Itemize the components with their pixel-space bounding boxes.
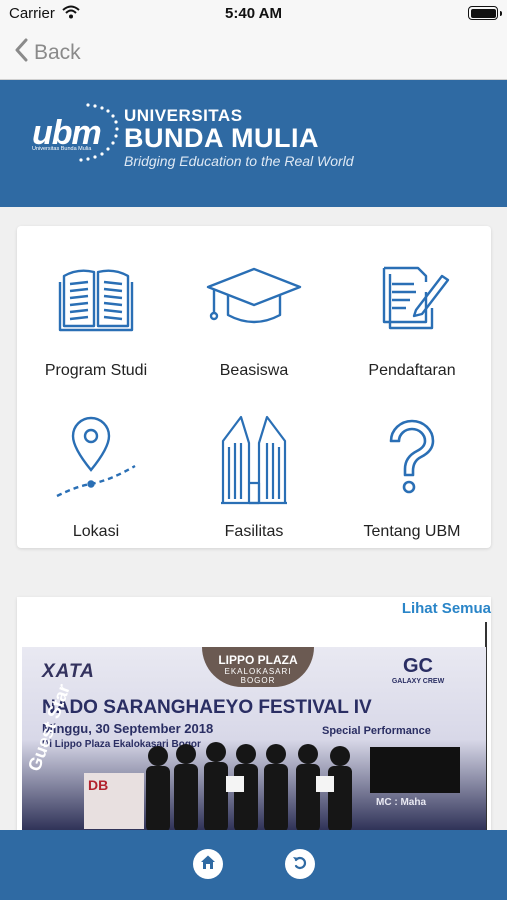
banner-special-text: Special Performance xyxy=(322,725,431,737)
banner-screen xyxy=(370,747,460,793)
banner-mc-text: MC : Maha xyxy=(376,797,426,808)
group-photo-people xyxy=(146,742,352,832)
battery-icon xyxy=(468,6,502,20)
graduation-cap-icon xyxy=(175,254,333,342)
status-bar: Carrier 5:40 AM xyxy=(0,0,507,28)
bottom-bar xyxy=(0,830,507,900)
question-mark-icon xyxy=(333,415,491,503)
university-tagline: Bridging Education to the Real World xyxy=(124,153,354,169)
banner-lippo-text: LIPPO PLAZA xyxy=(218,653,298,667)
map-pin-route-icon xyxy=(17,415,175,503)
banner-lippo-sub: EKALOKASARI xyxy=(224,667,292,676)
logo-subtitle: Universitas Bunda Mulia xyxy=(32,146,92,152)
menu-item-tentang-ubm[interactable]: Tentang UBM xyxy=(333,387,491,548)
menu-label: Lokasi xyxy=(72,523,120,540)
menu-label: Tentang UBM xyxy=(363,523,461,540)
banner-xata-text: XATA xyxy=(42,661,95,682)
navigation-bar: Back xyxy=(0,28,507,80)
back-button[interactable]: Back xyxy=(14,38,81,67)
chevron-left-icon xyxy=(14,38,28,67)
banner-db-text: DB xyxy=(84,773,144,829)
back-button-label: Back xyxy=(34,40,81,64)
banner-gc-text: GC xyxy=(403,655,433,677)
news-photo[interactable]: XATA LIPPO PLAZA EKALOKASARI BOGOR NADO … xyxy=(22,647,486,832)
banner-lippo-logo: LIPPO PLAZA EKALOKASARI BOGOR xyxy=(202,647,314,687)
university-title-line2: BUNDA MULIA xyxy=(124,123,319,153)
menu-label: Fasilitas xyxy=(224,523,284,540)
menu-label: Program Studi xyxy=(44,362,148,379)
home-button[interactable] xyxy=(193,849,223,879)
banner-lippo-city: BOGOR xyxy=(240,676,276,685)
menu-item-program-studi[interactable]: Program Studi xyxy=(17,226,175,387)
menu-item-beasiswa[interactable]: Beasiswa xyxy=(175,226,333,387)
banner-festival-title: NADO SARANGHAEYO FESTIVAL IV xyxy=(42,697,372,718)
undo-arrow-icon xyxy=(292,854,308,875)
undo-button[interactable] xyxy=(285,849,315,879)
menu-item-pendaftaran[interactable]: Pendaftaran xyxy=(333,226,491,387)
open-book-icon xyxy=(17,254,175,342)
see-all-link[interactable]: Lihat Semua xyxy=(402,600,491,617)
menu-item-lokasi[interactable]: Lokasi xyxy=(17,387,175,548)
banner-date: Minggu, 30 September 2018 xyxy=(42,721,214,736)
clock-time: 5:40 AM xyxy=(225,5,282,22)
menu-label: Pendaftaran xyxy=(368,362,456,379)
banner-gc-sub: GALAXY CREW xyxy=(391,678,445,685)
home-icon xyxy=(200,854,216,875)
form-pen-icon xyxy=(333,254,491,342)
menu-item-fasilitas[interactable]: Fasilitas xyxy=(175,387,333,548)
menu-card: Program Studi Beasiswa Pendaftaran Lokas… xyxy=(17,226,491,548)
banner-gc-logo: GC GALAXY CREW xyxy=(377,655,459,715)
menu-label: Beasiswa xyxy=(219,362,289,379)
buildings-icon xyxy=(175,415,333,505)
